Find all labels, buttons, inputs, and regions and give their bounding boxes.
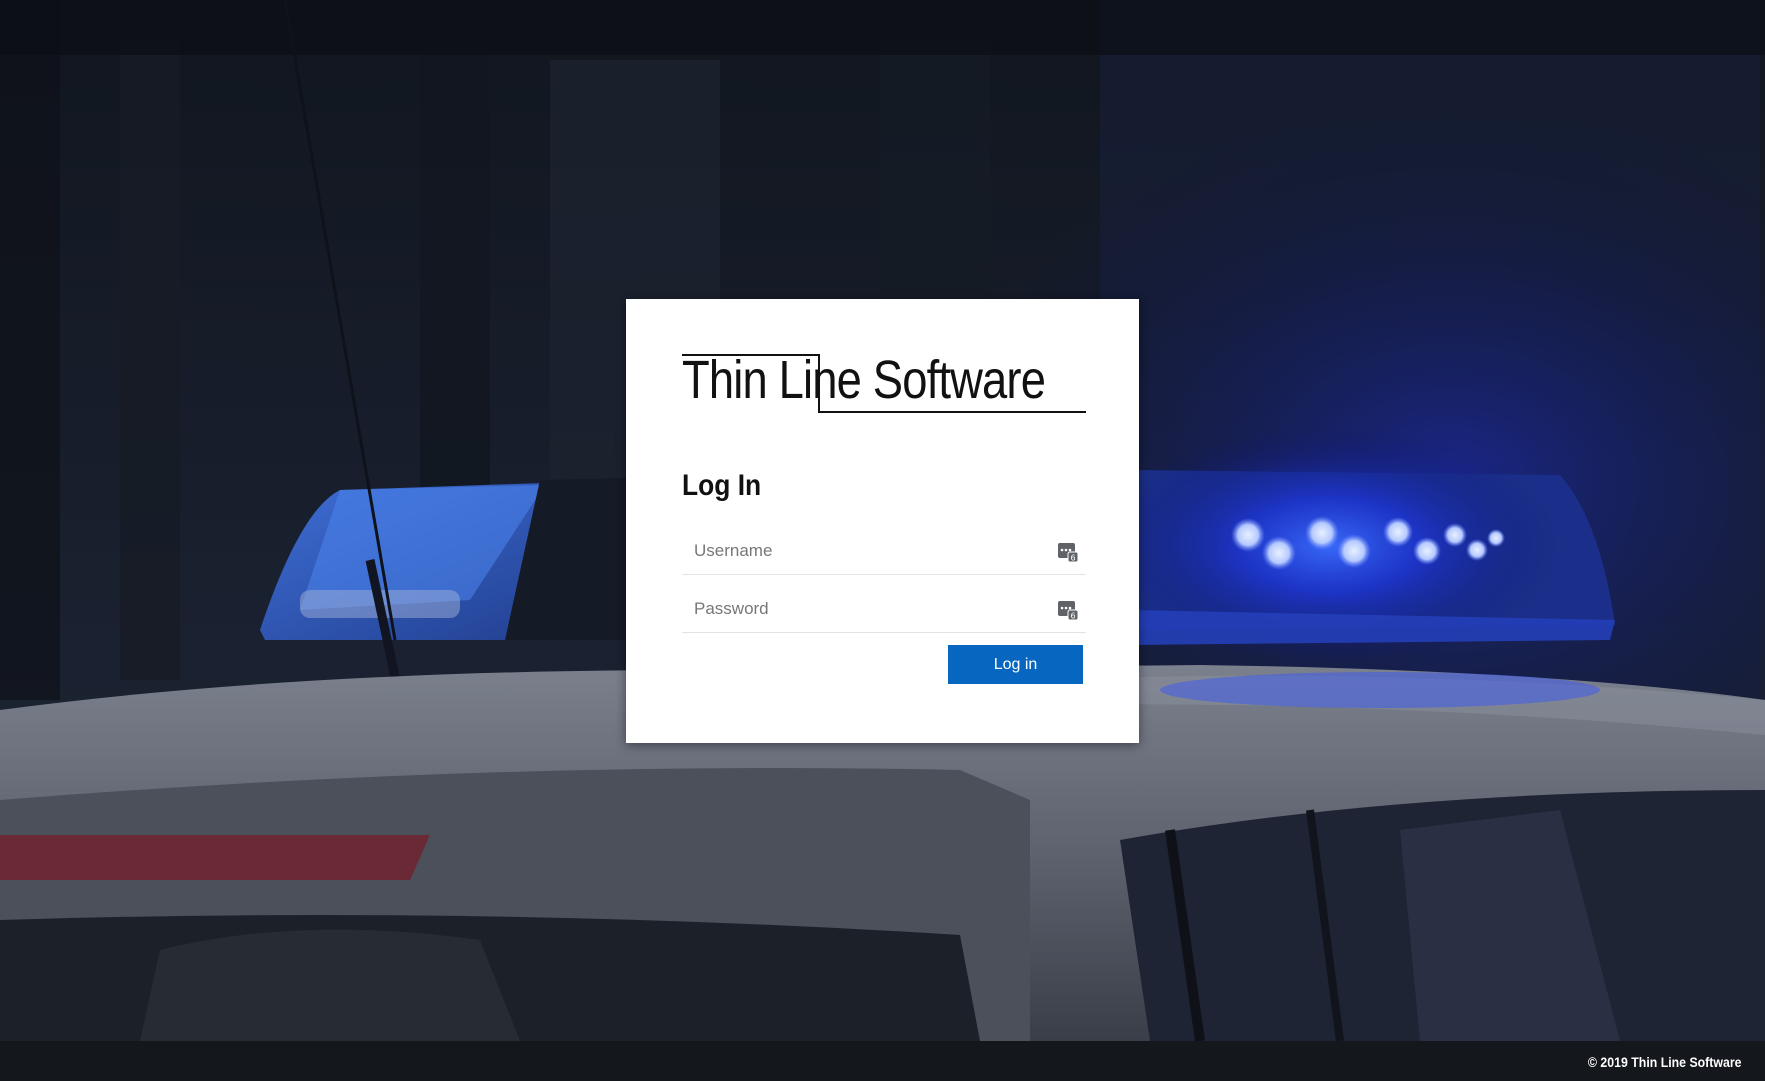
svg-text:6: 6 (1070, 554, 1075, 563)
logo-frame-bottom-line (818, 411, 1086, 413)
password-manager-key-icon[interactable]: 6 (1057, 599, 1079, 621)
password-manager-key-icon[interactable]: 6 (1057, 541, 1079, 563)
username-field-wrapper: 6 (682, 527, 1086, 575)
svg-text:6: 6 (1070, 612, 1075, 621)
brand-logo: Thin Line Software (682, 349, 1086, 415)
footer-bar: © 2019 Thin Line Software (0, 1041, 1765, 1081)
password-field-wrapper: 6 (682, 585, 1086, 633)
copyright-text: © 2019 Thin Line Software (1587, 1054, 1741, 1070)
login-heading: Log In (682, 469, 762, 502)
login-card: Thin Line Software Log In 6 6 Log in (626, 299, 1139, 743)
username-input[interactable] (682, 527, 1086, 574)
logo-text: Thin Line Software (682, 350, 1046, 410)
password-input[interactable] (682, 585, 1086, 632)
login-button[interactable]: Log in (948, 645, 1083, 684)
